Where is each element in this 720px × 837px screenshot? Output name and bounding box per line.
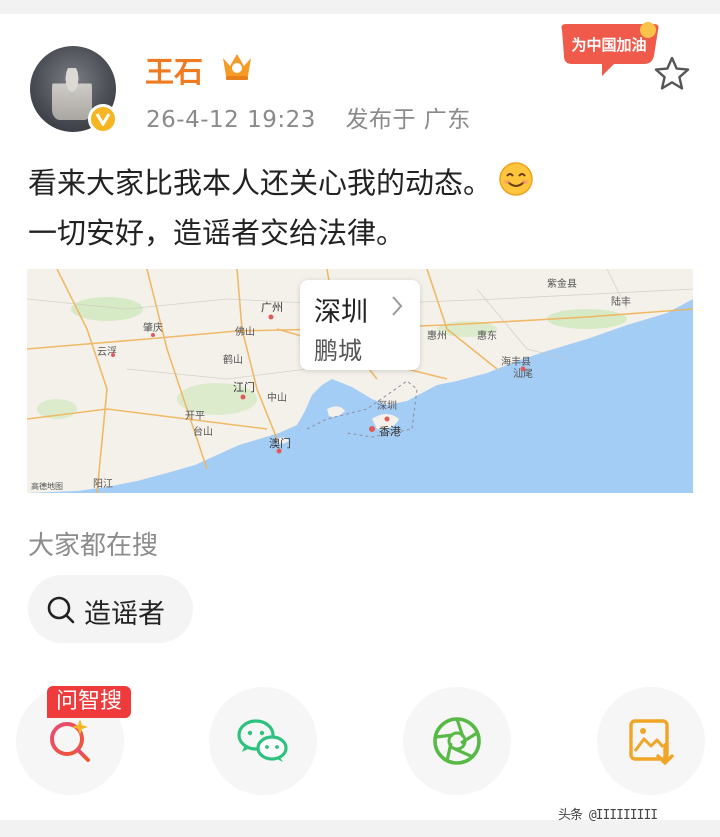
- save-image-icon: [629, 719, 674, 765]
- post-line-1: 看来大家比我本人还关心我的动态。: [28, 166, 493, 200]
- promo-text: 为中国加油: [571, 36, 646, 54]
- post-card: 为中国加油 王石 26-4-12 19:23 发布于 广东 看来大家比我本人还关…: [0, 14, 720, 823]
- map-label-foshan: 佛山: [235, 325, 255, 338]
- trending-search-label: 造谣者: [84, 599, 165, 630]
- map-city-card[interactable]: 深圳 鹏城: [300, 280, 420, 370]
- map-label-heyuan: 紫金县: [547, 277, 577, 290]
- post-timestamp: 26-4-12 19:23: [146, 107, 316, 133]
- smile-emoji-icon: [498, 161, 534, 210]
- share-moments-button[interactable]: [403, 687, 511, 795]
- moments-icon: [433, 717, 481, 765]
- chevron-right-icon: [390, 294, 404, 322]
- star-icon[interactable]: [652, 54, 692, 98]
- map-label-guangzhou: 广州: [261, 301, 283, 314]
- map-label-taishan: 台山: [193, 425, 213, 438]
- verified-badge-icon: [88, 104, 118, 134]
- ai-search-icon: [50, 719, 90, 762]
- search-icon: [46, 595, 76, 629]
- vip-crown-icon: [220, 50, 254, 86]
- map-label-zhongshan: 中山: [267, 391, 287, 404]
- map-label-heshan: 鹤山: [223, 353, 243, 366]
- save-image-button[interactable]: [597, 687, 705, 795]
- map-city-nickname: 鹏城: [314, 337, 362, 365]
- map-label-macau: 澳门: [269, 436, 291, 450]
- map-label-hongkong: 香港: [379, 425, 401, 438]
- map-label-shenzhen: 深圳: [377, 400, 397, 412]
- map-label-haifeng: 海丰县: [501, 355, 531, 368]
- trending-search-title: 大家都在搜: [28, 531, 159, 561]
- ai-search-tag: 问智搜: [47, 686, 131, 718]
- share-wechat-button[interactable]: [209, 687, 317, 795]
- map-attribution: 高德地图: [31, 481, 63, 491]
- post-location: 发布于 广东: [345, 107, 471, 133]
- post-line-2: 一切安好，造谣者交给法律。: [28, 215, 406, 250]
- post-meta: 26-4-12 19:23 发布于 广东: [146, 100, 471, 134]
- wechat-icon: [237, 719, 288, 762]
- post-content: 看来大家比我本人还关心我的动态。 一切安好，造谣者交给法律。: [28, 160, 534, 256]
- map-label-huidong: 惠东: [477, 329, 497, 342]
- map-label-huizhou: 惠州: [427, 329, 447, 342]
- username[interactable]: 王石: [145, 49, 203, 91]
- watermark: 头条 @IIIIIIIII: [558, 808, 658, 823]
- map-label-kaiping: 开平: [185, 411, 205, 422]
- map-label-zhaoqing: 肇庆: [143, 321, 163, 334]
- promo-badge[interactable]: 为中国加油: [556, 20, 662, 78]
- trending-search-chip[interactable]: 造谣者: [28, 575, 193, 643]
- map-label-lufeng: 陆丰: [611, 295, 631, 308]
- map-label-jiangmen: 江门: [233, 380, 255, 394]
- map-city-name: 深圳: [314, 297, 368, 328]
- map-label-yangjiang: 阳江: [93, 478, 113, 490]
